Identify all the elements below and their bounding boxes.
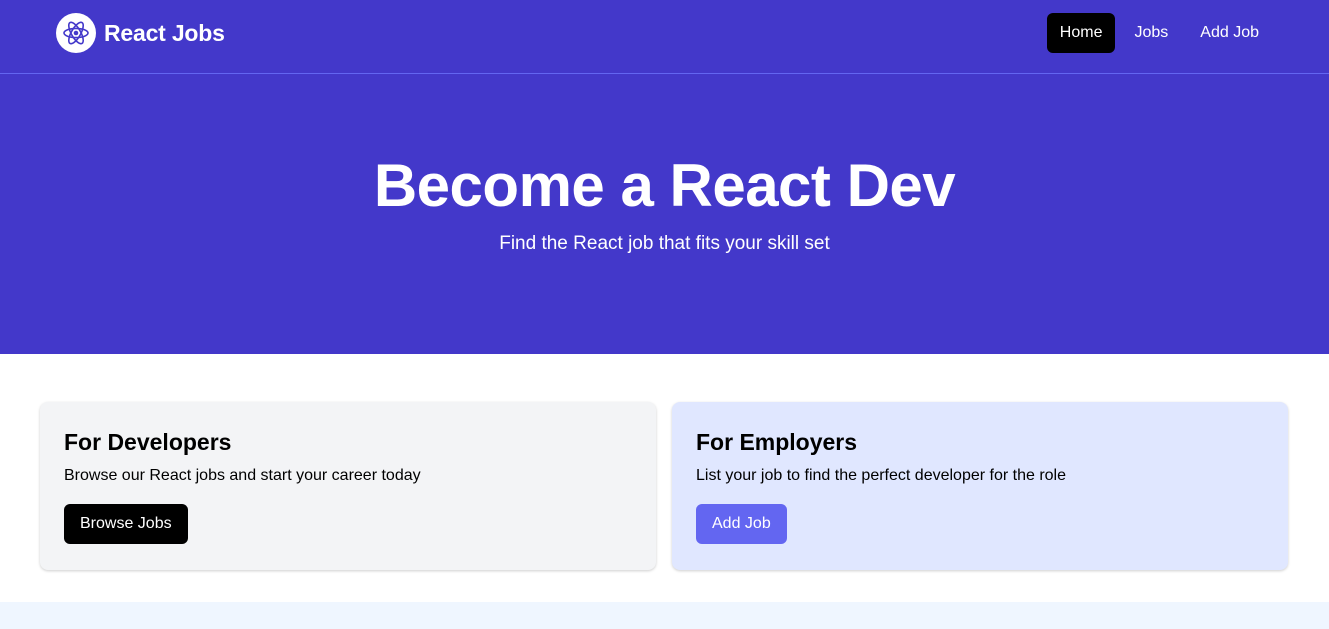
nav-links: Home Jobs Add Job (1046, 13, 1272, 53)
developers-card-text: Browse our React jobs and start your car… (64, 467, 421, 484)
hero-subtitle: Find the React job that fits your skill … (499, 233, 830, 254)
add-job-button[interactable]: Add Job (696, 504, 787, 544)
hero-section: Become a React Dev Find the React job th… (0, 74, 1329, 354)
hero-title: Become a React Dev (373, 152, 956, 219)
brand-link[interactable]: React Jobs (56, 13, 225, 53)
navbar: React Jobs Home Jobs Add Job (0, 0, 1329, 74)
job-listings-section (0, 602, 1329, 629)
employers-card: For Employers List your job to find the … (672, 402, 1288, 570)
employers-card-text: List your job to find the perfect develo… (696, 467, 1066, 484)
employers-card-title: For Employers (696, 429, 858, 455)
nav-link-home[interactable]: Home (1046, 13, 1116, 53)
browse-jobs-button[interactable]: Browse Jobs (64, 504, 188, 544)
nav-link-add-job[interactable]: Add Job (1187, 13, 1272, 53)
brand-name: React Jobs (104, 19, 225, 46)
developers-card: For Developers Browse our React jobs and… (40, 402, 656, 570)
nav-link-jobs[interactable]: Jobs (1121, 13, 1181, 53)
react-atom-icon (56, 13, 96, 53)
developers-card-title: For Developers (64, 429, 232, 455)
